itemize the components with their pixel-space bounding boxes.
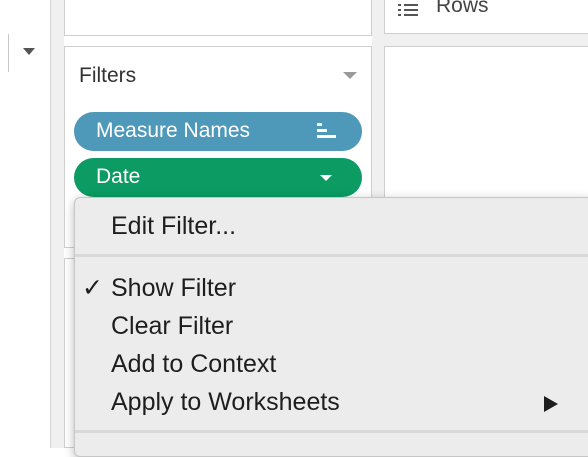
filter-pill-label: Measure Names — [96, 119, 251, 142]
menu-item-apply-to-worksheets[interactable]: Apply to Worksheets — [75, 384, 588, 422]
filter-context-menu: Edit Filter... ✓ Show Filter Clear Filte… — [74, 197, 588, 457]
menu-item-add-to-context[interactable]: Add to Context — [75, 346, 588, 384]
menu-separator — [75, 430, 588, 433]
menu-item-edit-filter[interactable]: Edit Filter... — [75, 208, 588, 246]
menu-item-label: Apply to Worksheets — [111, 388, 340, 416]
rows-icon — [398, 3, 418, 17]
submenu-arrow-icon — [544, 396, 558, 412]
filters-title: Filters — [79, 64, 137, 87]
filter-pill-measure-names[interactable]: Measure Names — [74, 112, 362, 151]
filter-pill-label: Date — [96, 165, 141, 188]
pages-shelf[interactable] — [64, 0, 372, 36]
dropdown-separator — [8, 34, 9, 72]
menu-item-clear-filter[interactable]: Clear Filter — [75, 308, 588, 346]
chevron-down-icon[interactable] — [23, 48, 35, 55]
menu-item-label: Clear Filter — [111, 312, 234, 340]
sort-icon — [317, 122, 337, 140]
menu-item-show-filter[interactable]: ✓ Show Filter — [75, 270, 588, 308]
filter-pill-date[interactable]: Date — [74, 158, 362, 197]
menu-item-label: Edit Filter... — [111, 212, 237, 240]
card-menu-chevron-icon[interactable] — [343, 72, 357, 79]
pane-gutter — [384, 34, 588, 46]
pane-gutter — [51, 0, 64, 448]
menu-separator — [75, 254, 588, 257]
checkmark-icon: ✓ — [82, 274, 103, 302]
rows-shelf-label: Rows — [436, 0, 489, 17]
menu-item-label: Show Filter — [111, 274, 237, 302]
chevron-down-icon[interactable] — [320, 175, 332, 181]
menu-item-label: Add to Context — [111, 350, 277, 378]
